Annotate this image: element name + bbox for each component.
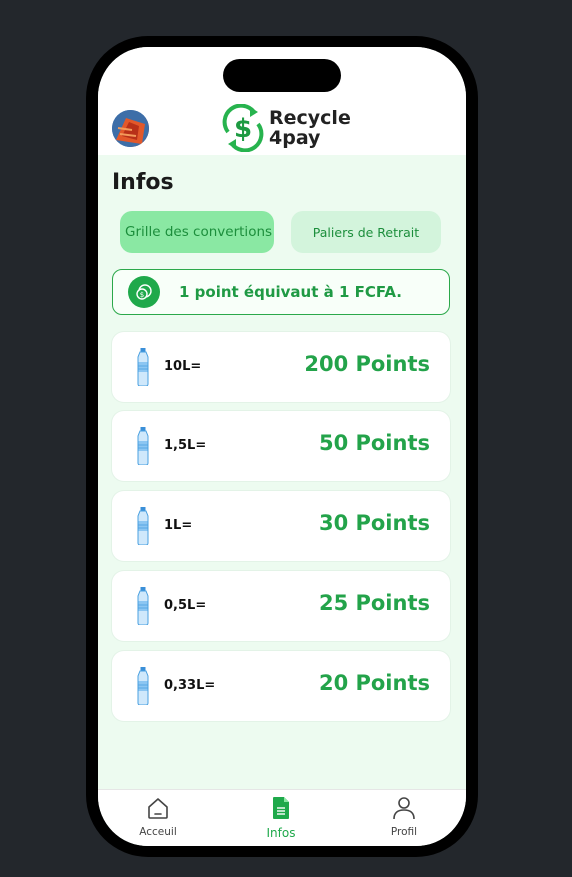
nav-infos[interactable]: Infos (241, 796, 321, 840)
nav-label: Profil (390, 826, 418, 838)
app-screen: $ Recycle 4pay Infos Grille des converti… (98, 47, 466, 846)
document-icon (273, 797, 289, 819)
nav-home[interactable]: Acceuil (118, 796, 198, 838)
user-icon (393, 797, 415, 820)
points-value: 50 Points (318, 431, 430, 455)
logo-text: Recycle 4pay (269, 108, 351, 148)
tab-label: Paliers de Retrait (312, 224, 420, 240)
app-header: $ Recycle 4pay (98, 47, 466, 155)
nav-profile[interactable]: Profil (364, 796, 444, 838)
tab-label: Grille des convertions (125, 224, 273, 240)
nav-label: Acceuil (139, 826, 177, 838)
tab-conversion-grid[interactable]: Grille des convertions (120, 211, 274, 253)
points-value: 200 Points (304, 352, 430, 376)
points-value: 30 Points (318, 511, 430, 535)
conversion-card: 1,5L= 50 Points (112, 411, 450, 481)
svg-text:$: $ (140, 291, 144, 299)
points-value: 20 Points (318, 671, 430, 695)
info-banner: $ 1 point équivaut à 1 FCFA. (112, 269, 450, 315)
water-bottle-icon (137, 667, 149, 705)
dynamic-island (223, 59, 341, 92)
home-icon (148, 798, 168, 819)
conversion-card: 0,5L= 25 Points (112, 571, 450, 641)
nav-label: Infos (266, 826, 296, 840)
volume-label: 1,5L= (164, 438, 207, 453)
avatar-image (112, 110, 149, 147)
svg-text:$: $ (234, 114, 252, 144)
page-title: Infos (112, 170, 174, 195)
conversion-card: 1L= 30 Points (112, 491, 450, 561)
water-bottle-icon (137, 507, 149, 545)
volume-label: 0,33L= (164, 678, 216, 693)
water-bottle-icon (137, 427, 149, 465)
volume-label: 0,5L= (164, 598, 207, 613)
coins-icon: $ (128, 276, 160, 308)
volume-label: 1L= (164, 518, 193, 533)
water-bottle-icon (137, 348, 149, 386)
points-value: 25 Points (318, 591, 430, 615)
info-text: 1 point équivaut à 1 FCFA. (179, 283, 402, 301)
water-bottle-icon (137, 587, 149, 625)
bottom-nav: Acceuil Infos Profil (98, 789, 466, 846)
logo-line-2: 4pay (269, 127, 321, 149)
volume-label: 10L= (164, 359, 202, 374)
conversion-card: 0,33L= 20 Points (112, 651, 450, 721)
conversion-card: 10L= 200 Points (112, 332, 450, 402)
logo-line-1: Recycle (269, 107, 351, 129)
avatar[interactable] (112, 110, 149, 147)
recycle-dollar-logo-icon: $ (222, 104, 264, 152)
tab-withdrawal-tiers[interactable]: Paliers de Retrait (291, 211, 441, 253)
